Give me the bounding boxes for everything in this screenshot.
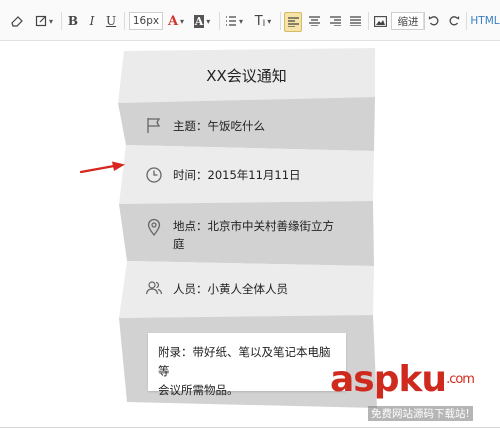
redo-icon xyxy=(449,16,460,26)
red-arrow-icon xyxy=(80,161,125,174)
align-justify-icon xyxy=(349,16,361,26)
html-source-button[interactable]: HTML xyxy=(470,12,499,30)
italic-button[interactable]: I xyxy=(86,12,98,30)
appendix-card: 附录：带好纸、笔以及笔记本电脑等会议所需物品。 xyxy=(148,333,346,397)
font-color-label: A xyxy=(167,13,179,29)
list-button[interactable]: ▾ xyxy=(222,12,246,30)
align-right-button[interactable] xyxy=(327,12,343,30)
toolbar-divider xyxy=(466,12,467,30)
toolbar-divider xyxy=(368,12,369,30)
editor-toolbar: ▾ B I U 16px A ▾ A ▾ ▾ TI ▾ 缩进 HTML xyxy=(0,0,500,41)
chevron-down-icon: ▾ xyxy=(267,16,272,26)
watermark-subtitle: 免费网站源码下载站! xyxy=(368,406,473,421)
chevron-down-icon: ▾ xyxy=(206,16,211,26)
align-center-button[interactable] xyxy=(306,12,322,30)
redo-button[interactable] xyxy=(447,12,461,30)
location-text-line2: 庭 xyxy=(173,237,185,251)
insert-image-button[interactable] xyxy=(372,12,388,30)
chevron-down-icon: ▾ xyxy=(180,16,185,26)
underline-button[interactable]: U xyxy=(104,12,118,30)
watermark-main-text: aspku.com xyxy=(330,359,475,400)
font-color-button[interactable]: A ▾ xyxy=(164,12,188,30)
format-brush-button[interactable]: ▾ xyxy=(32,12,56,30)
align-right-icon xyxy=(329,16,341,26)
align-justify-button[interactable] xyxy=(347,12,363,30)
brush-icon xyxy=(35,15,47,27)
indent-button[interactable]: 缩进 xyxy=(391,12,425,30)
toolbar-divider xyxy=(423,12,424,30)
heading-label: T xyxy=(254,13,263,29)
align-left-icon xyxy=(287,17,299,27)
notice-title: XX会议通知 xyxy=(206,67,287,85)
font-size-select[interactable]: 16px xyxy=(129,12,163,30)
watermark-dot: .com xyxy=(446,372,475,387)
appendix-text: 附录：带好纸、笔以及笔记本电脑等会议所需物品。 xyxy=(158,343,338,400)
undo-icon xyxy=(428,16,439,26)
toolbar-divider xyxy=(61,12,62,30)
toolbar-divider xyxy=(280,12,281,30)
clock-icon xyxy=(146,167,162,183)
watermark-main: aspku xyxy=(330,359,447,400)
heading-button[interactable]: TI ▾ xyxy=(250,12,276,30)
location-pin-icon xyxy=(147,218,161,236)
appendix-line2: 会议所需物品。 xyxy=(158,383,239,397)
eraser-icon[interactable] xyxy=(8,12,26,30)
heading-sub-icon: I xyxy=(262,18,266,29)
bold-button[interactable]: B xyxy=(66,12,80,30)
highlight-button[interactable]: A ▾ xyxy=(190,12,214,30)
toolbar-divider xyxy=(219,12,220,30)
time-text: 时间：2015年11月11日 xyxy=(173,168,301,182)
toolbar-divider xyxy=(124,12,125,30)
location-text-line1: 地点：北京市中关村善缘街立方 xyxy=(173,219,334,233)
flag-icon xyxy=(147,118,161,133)
chevron-down-icon: ▾ xyxy=(238,16,243,26)
align-center-icon xyxy=(308,16,320,26)
align-left-button[interactable] xyxy=(284,12,302,32)
people-icon xyxy=(145,281,163,295)
image-icon xyxy=(373,15,387,27)
appendix-line1: 附录：带好纸、笔以及笔记本电脑等 xyxy=(158,345,331,378)
topic-text: 主题：午饭吃什么 xyxy=(173,119,265,133)
undo-button[interactable] xyxy=(427,12,441,30)
highlight-label: A xyxy=(193,14,205,28)
list-icon xyxy=(225,16,236,26)
attendees-text: 人员：小黄人全体人员 xyxy=(173,282,288,296)
chevron-down-icon: ▾ xyxy=(48,16,53,26)
